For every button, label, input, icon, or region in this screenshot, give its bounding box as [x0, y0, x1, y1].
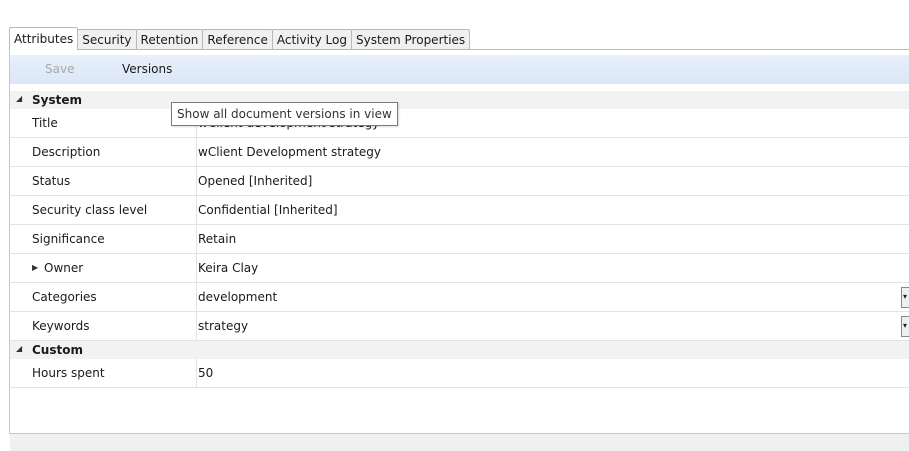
toolbar: Save Versions	[10, 55, 909, 84]
tab-system-properties[interactable]: System Properties	[350, 29, 471, 50]
collapse-icon[interactable]: ◢	[16, 344, 22, 353]
expand-icon[interactable]: ▶	[32, 254, 38, 282]
tab-activity-log[interactable]: Activity Log	[271, 29, 352, 50]
column-divider	[196, 138, 197, 166]
column-divider	[196, 312, 197, 340]
property-value[interactable]: Keira Clay	[198, 254, 258, 282]
bottom-bar	[10, 433, 909, 451]
tab-attributes[interactable]: Attributes	[9, 27, 79, 50]
property-row-significance[interactable]: Significance Retain	[10, 225, 909, 254]
group-label: Custom	[32, 343, 83, 357]
property-grid: ◢ System Title wClient development strat…	[10, 91, 909, 388]
property-label: Title	[32, 116, 58, 130]
property-row-description[interactable]: Description wClient Development strategy	[10, 138, 909, 167]
tab-reference[interactable]: Reference	[202, 29, 273, 50]
property-row-hours-spent[interactable]: Hours spent 50	[10, 359, 909, 388]
property-row-categories[interactable]: Categories development ▾	[10, 283, 909, 312]
property-row-owner[interactable]: ▶ Owner Keira Clay	[10, 254, 909, 283]
property-label: Keywords	[32, 319, 90, 333]
property-label: Owner	[44, 261, 84, 275]
categories-dropdown-button[interactable]: ▾	[901, 287, 909, 308]
column-divider	[196, 225, 197, 253]
property-value[interactable]: strategy	[198, 312, 248, 340]
group-header-custom[interactable]: ◢ Custom	[10, 341, 909, 359]
tab-strip: Attributes Security Retention Reference …	[9, 27, 471, 50]
column-divider	[196, 283, 197, 311]
group-header-system[interactable]: ◢ System	[10, 91, 909, 109]
tab-security[interactable]: Security	[77, 29, 137, 50]
group-label: System	[32, 93, 82, 107]
property-row-keywords[interactable]: Keywords strategy ▾	[10, 312, 909, 341]
save-button[interactable]: Save	[45, 55, 74, 84]
property-label: Status	[32, 174, 71, 188]
property-label: Description	[32, 145, 101, 159]
column-divider	[196, 167, 197, 195]
versions-tooltip: Show all document versions in view	[171, 102, 398, 126]
property-label: Hours spent	[32, 366, 105, 380]
property-label: Security class level	[32, 203, 148, 217]
versions-button[interactable]: Versions	[122, 55, 172, 84]
column-divider	[196, 359, 197, 387]
property-value[interactable]: Confidential [Inherited]	[198, 196, 338, 224]
property-value[interactable]: wClient Development strategy	[198, 138, 381, 166]
column-divider	[196, 254, 197, 282]
chevron-down-icon: ▾	[903, 321, 908, 330]
keywords-dropdown-button[interactable]: ▾	[901, 316, 909, 337]
property-value[interactable]: 50	[198, 359, 213, 387]
tab-divider	[9, 49, 909, 50]
property-label: Categories	[32, 290, 97, 304]
collapse-icon[interactable]: ◢	[16, 94, 22, 103]
property-label: Significance	[32, 232, 105, 246]
property-row-title[interactable]: Title wClient development strategy	[10, 109, 909, 138]
property-value[interactable]: Opened [Inherited]	[198, 167, 312, 195]
property-row-security-class-level[interactable]: Security class level Confidential [Inher…	[10, 196, 909, 225]
column-divider	[196, 196, 197, 224]
tab-retention[interactable]: Retention	[135, 29, 204, 50]
property-value[interactable]: development	[198, 283, 277, 311]
property-row-status[interactable]: Status Opened [Inherited]	[10, 167, 909, 196]
property-value[interactable]: Retain	[198, 225, 236, 253]
chevron-down-icon: ▾	[903, 292, 908, 301]
